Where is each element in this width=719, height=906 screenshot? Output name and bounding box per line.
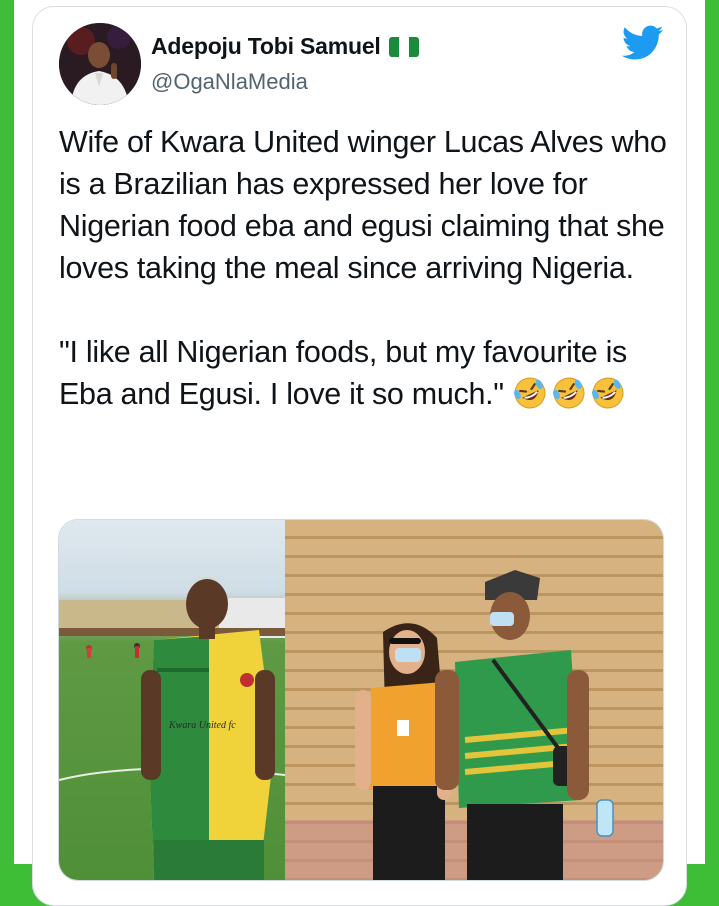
rolling-on-floor-laughing-icon [514, 377, 546, 409]
rolling-on-floor-laughing-icon [592, 377, 624, 409]
user-handle[interactable]: @OgaNlaMedia [151, 69, 308, 95]
display-name[interactable]: Adepoju Tobi Samuel [151, 33, 381, 60]
player-photo-illustration: Kwara United fc [59, 577, 285, 880]
media-photo-couple[interactable] [285, 520, 663, 880]
tweet-card[interactable]: Adepoju Tobi Samuel @OgaNlaMedia Wife of… [32, 6, 687, 906]
nigeria-flag-icon [388, 36, 419, 57]
tweet-paragraph-2: "I like all Nigerian foods, but my favou… [59, 331, 669, 415]
avatar-image [59, 23, 141, 105]
screenshot-frame: Adepoju Tobi Samuel @OgaNlaMedia Wife of… [14, 0, 705, 906]
tweet-media[interactable]: Kwara United fc [58, 519, 664, 881]
couple-photo-illustration [285, 520, 663, 880]
tweet-text: Wife of Kwara United winger Lucas Alves … [59, 121, 669, 415]
tweet-paragraph-1: Wife of Kwara United winger Lucas Alves … [59, 125, 667, 285]
media-photo-player[interactable]: Kwara United fc [59, 520, 285, 880]
jersey-text: Kwara United fc [168, 720, 236, 731]
avatar[interactable] [59, 23, 141, 105]
name-row: Adepoju Tobi Samuel [151, 33, 419, 60]
rolling-on-floor-laughing-icon [553, 377, 585, 409]
twitter-bird-icon[interactable] [622, 25, 664, 61]
